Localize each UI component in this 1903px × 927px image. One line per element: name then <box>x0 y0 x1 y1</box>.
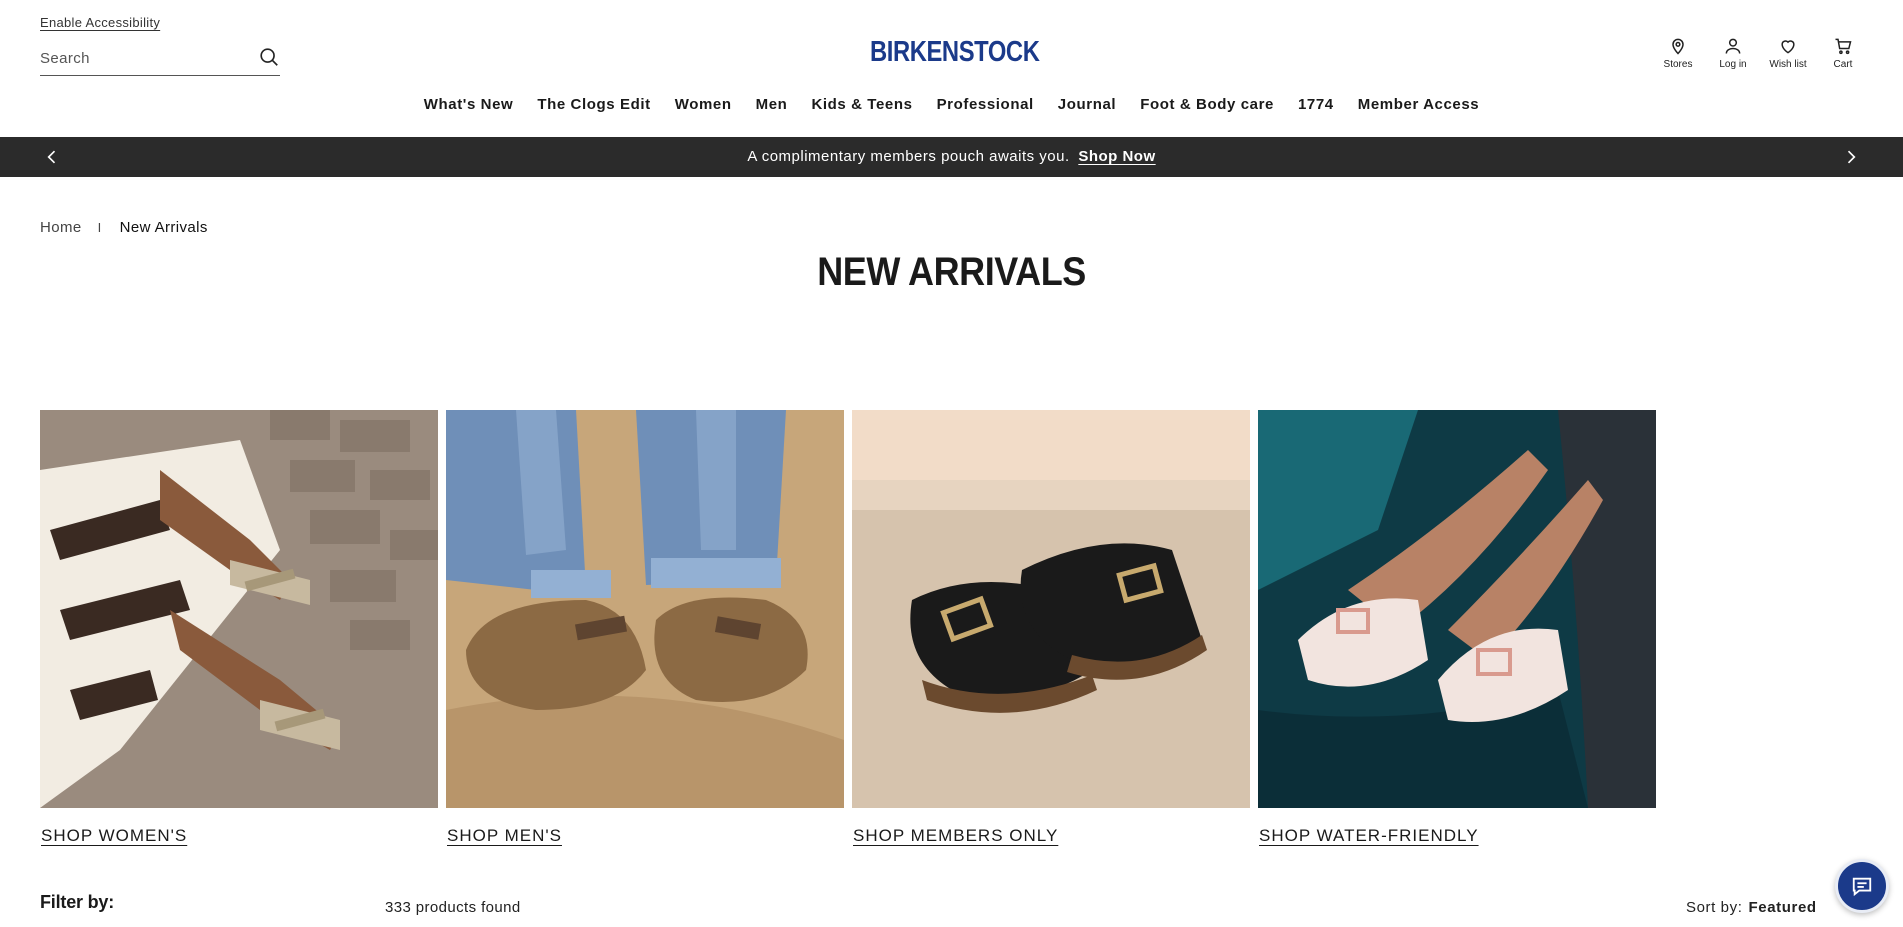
womens-sandals-image[interactable] <box>40 410 438 808</box>
promo-text: A complimentary members pouch awaits you… <box>747 148 1070 165</box>
breadcrumb-separator: I <box>97 220 102 235</box>
map-pin-icon <box>1672 38 1684 55</box>
sort-value[interactable]: Featured <box>1749 899 1817 916</box>
members-sandals-image[interactable] <box>852 410 1250 808</box>
nav-item-men[interactable]: Men <box>744 96 800 120</box>
nav-item-1774[interactable]: 1774 <box>1286 96 1346 120</box>
stores-link[interactable]: Stores <box>1648 36 1708 70</box>
birkenstock-logo[interactable]: BIRKENSTOCK <box>870 36 1040 76</box>
wishlist-link[interactable]: Wish list <box>1758 36 1818 70</box>
cart-icon <box>1835 38 1852 55</box>
search-input[interactable] <box>40 44 240 72</box>
cart-link[interactable]: Cart <box>1813 36 1873 70</box>
chat-button[interactable] <box>1835 859 1889 913</box>
filter-by-label[interactable]: Filter by: <box>40 892 114 913</box>
nav-item-clogs-edit[interactable]: The Clogs Edit <box>525 96 662 120</box>
main-nav: What's New The Clogs Edit Women Men Kids… <box>0 96 1903 120</box>
sort-dropdown[interactable]: Sort by: Featured <box>1686 899 1817 916</box>
shop-members-only-link[interactable]: SHOP MEMBERS ONLY <box>853 826 1058 846</box>
nav-item-women[interactable]: Women <box>663 96 744 120</box>
promo-shop-now-link[interactable]: Shop Now <box>1078 148 1155 165</box>
user-icon <box>1725 38 1741 54</box>
category-tile-womens[interactable]: SHOP WOMEN'S <box>40 410 438 846</box>
sort-label: Sort by: <box>1686 899 1743 916</box>
site-header: Enable Accessibility BIRKENSTOCK Stores … <box>0 0 1903 137</box>
cart-label: Cart <box>1833 59 1853 70</box>
shop-womens-link[interactable]: SHOP WOMEN'S <box>41 826 187 846</box>
chevron-right-icon[interactable] <box>1841 147 1861 167</box>
breadcrumb: Home I New Arrivals <box>40 219 208 236</box>
category-tile-members[interactable]: SHOP MEMBERS ONLY <box>852 410 1250 846</box>
nav-item-member-access[interactable]: Member Access <box>1346 96 1491 120</box>
wishlist-label: Wish list <box>1769 59 1807 70</box>
nav-item-kids-teens[interactable]: Kids & Teens <box>799 96 924 120</box>
shop-water-friendly-link[interactable]: SHOP WATER-FRIENDLY <box>1259 826 1479 846</box>
page-title: NEW ARRIVALS <box>817 250 1086 294</box>
chat-icon <box>1852 877 1872 897</box>
category-tile-water-friendly[interactable]: SHOP WATER-FRIENDLY <box>1258 410 1656 846</box>
breadcrumb-home[interactable]: Home <box>40 219 82 236</box>
heart-icon <box>1781 40 1795 54</box>
promo-banner: A complimentary members pouch awaits you… <box>0 137 1903 177</box>
search-icon[interactable] <box>258 46 280 68</box>
login-link[interactable]: Log in <box>1703 36 1763 70</box>
nav-item-journal[interactable]: Journal <box>1046 96 1128 120</box>
enable-accessibility-link[interactable]: Enable Accessibility <box>40 15 160 30</box>
nav-item-foot-body-care[interactable]: Foot & Body care <box>1128 96 1286 120</box>
search-bar <box>40 44 280 76</box>
promo-message: A complimentary members pouch awaits you… <box>0 148 1903 165</box>
stores-label: Stores <box>1663 59 1693 70</box>
shop-mens-link[interactable]: SHOP MEN'S <box>447 826 562 846</box>
nav-item-professional[interactable]: Professional <box>925 96 1046 120</box>
breadcrumb-current: New Arrivals <box>119 219 208 236</box>
nav-item-whats-new[interactable]: What's New <box>412 96 526 120</box>
login-label: Log in <box>1719 59 1747 70</box>
category-tile-mens[interactable]: SHOP MEN'S <box>446 410 844 846</box>
mens-clogs-image[interactable] <box>446 410 844 808</box>
product-count: 333 products found <box>385 899 521 916</box>
water-friendly-sandals-image[interactable] <box>1258 410 1656 808</box>
